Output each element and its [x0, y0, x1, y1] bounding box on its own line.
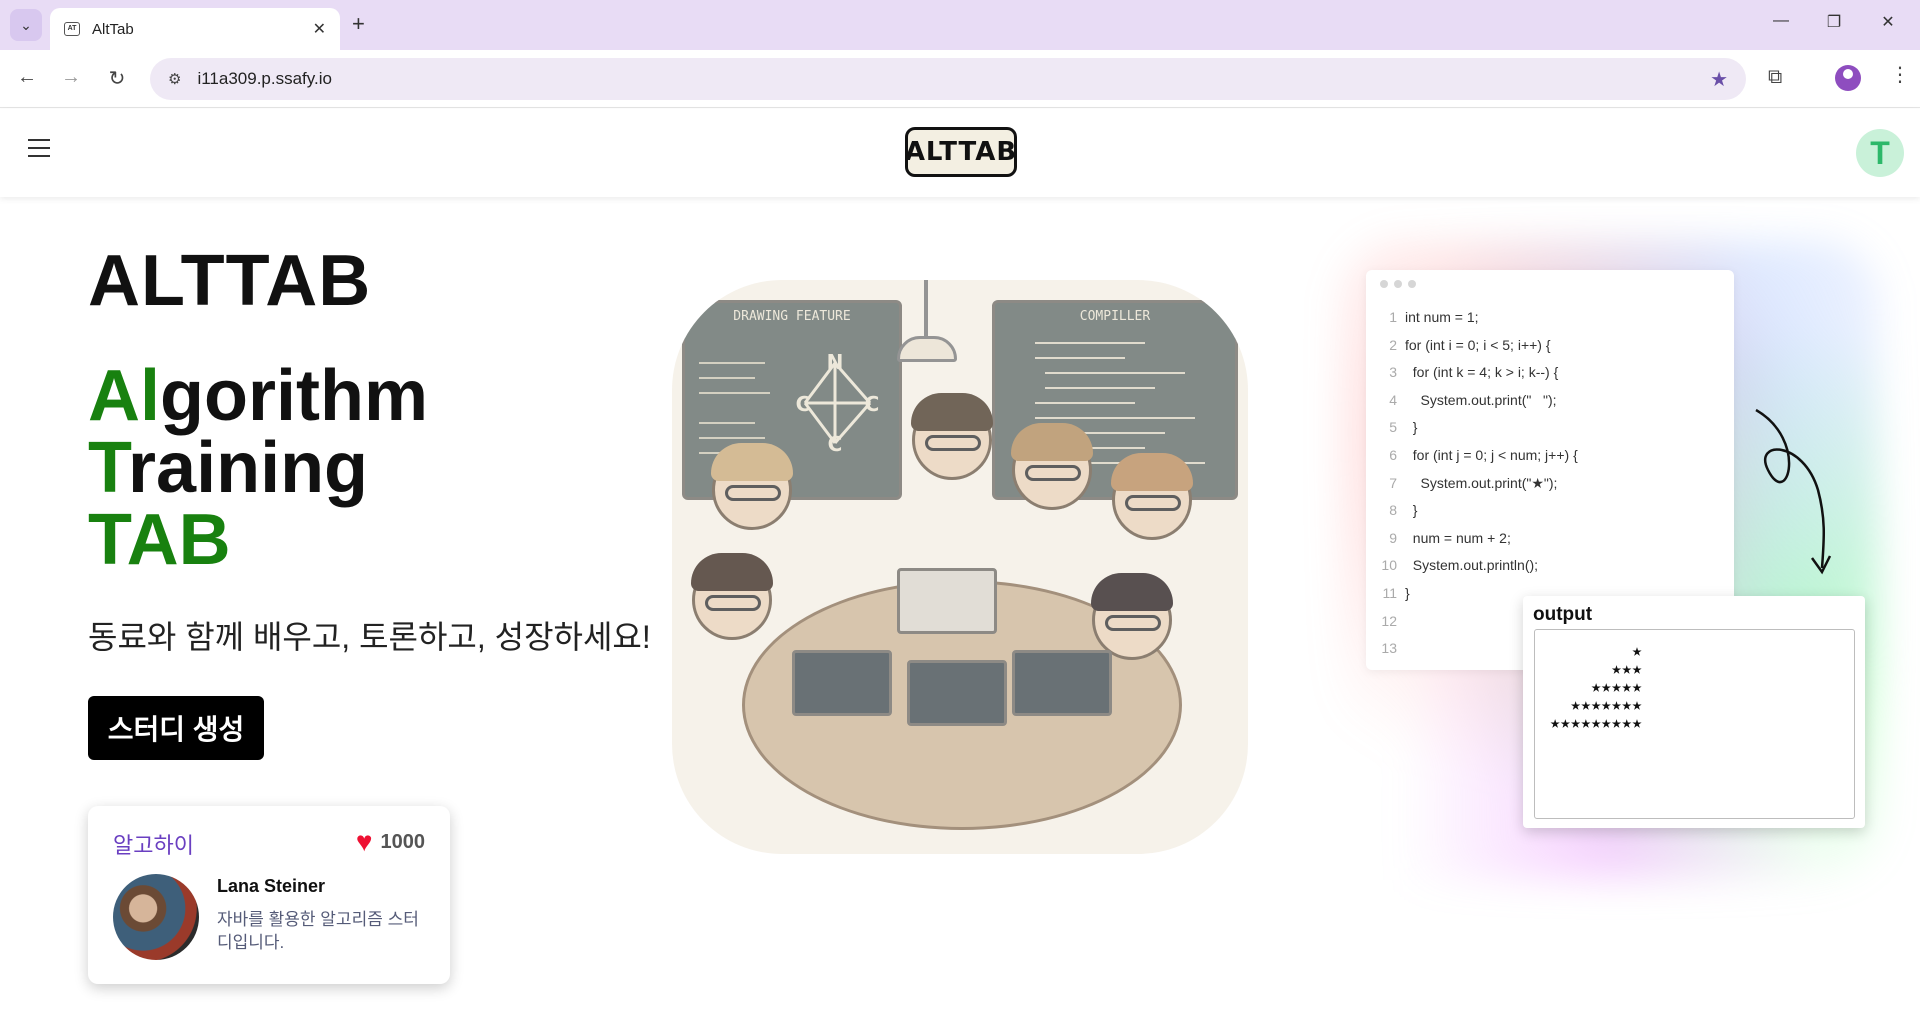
site-header: ALTTAB T	[0, 109, 1920, 197]
code-text: for (int i = 0; i < 5; i++) {	[1405, 336, 1551, 353]
graph-node: C	[796, 392, 811, 416]
code-line: 4 System.out.print(" ");	[1380, 387, 1578, 415]
study-description: 자바를 활용한 알고리즘 스터디입니다.	[217, 910, 419, 952]
line-number: 11	[1382, 584, 1397, 601]
line-number: 4	[1389, 391, 1397, 408]
curved-arrow-icon	[1755, 408, 1832, 575]
code-text: }	[1405, 584, 1410, 601]
line-number: 7	[1389, 474, 1397, 491]
graph-node: C	[828, 432, 843, 456]
output-text: ★ ★★★ ★★★★★ ★★★★★★★ ★★★★★★★★★	[1550, 641, 1643, 733]
code-line: 3 for (int k = 4; k > i; k--) {	[1380, 359, 1578, 387]
hero-title: ALTTAB	[88, 241, 372, 321]
url-text[interactable]: i11a309.p.ssafy.io	[197, 69, 1710, 89]
browser-tab[interactable]: AT AltTab ✕	[50, 8, 340, 50]
tab-search-chevron-icon[interactable]: ⌄	[10, 9, 42, 41]
code-text: }	[1405, 419, 1418, 436]
line-number: 8	[1389, 502, 1397, 519]
address-bar[interactable]: ⚙ i11a309.p.ssafy.io ★	[150, 58, 1746, 100]
code-line: 7 System.out.print("★");	[1380, 470, 1578, 498]
favicon-icon: AT	[64, 22, 80, 36]
extensions-puzzle-icon[interactable]: ⧉	[1768, 66, 1782, 89]
line-number: 3	[1389, 364, 1397, 381]
acronym-line-tab: TAB	[88, 500, 231, 580]
tab-close-icon[interactable]: ✕	[313, 19, 326, 39]
code-text: int num = 1;	[1405, 309, 1479, 325]
like-count: 1000	[380, 830, 426, 853]
student-figure	[911, 393, 993, 480]
code-text: for (int k = 4; k > i; k--) {	[1405, 364, 1559, 381]
like-counter[interactable]: ♥ 1000	[356, 828, 425, 856]
browser-tab-bar: ⌄ AT AltTab ✕ + — ❐ ✕	[0, 0, 1920, 50]
back-arrow-icon[interactable]: ←	[14, 66, 40, 89]
output-box: ★ ★★★ ★★★★★ ★★★★★★★ ★★★★★★★★★	[1534, 629, 1855, 819]
graph-node: C	[865, 392, 880, 416]
hamburger-menu-icon[interactable]	[28, 139, 50, 163]
line-number: 13	[1381, 640, 1397, 657]
restore-icon[interactable]: ❐	[1822, 12, 1846, 32]
code-text: num = num + 2;	[1405, 529, 1511, 546]
student-figure	[1091, 573, 1173, 660]
laptop	[897, 568, 997, 634]
acronym-heading: Algorithm Training TAB	[88, 360, 428, 576]
browser-menu-icon[interactable]: ⋮	[1890, 62, 1910, 87]
laptop	[907, 660, 1007, 726]
acronym-line-training: Training	[88, 428, 369, 508]
window-dots	[1380, 280, 1416, 288]
hero-illustration: DRAWING FEATURE N C C C COMPILLER	[672, 280, 1248, 854]
code-line: 5 }	[1380, 414, 1578, 442]
code-text: System.out.print(" ");	[1405, 391, 1557, 408]
line-number: 12	[1381, 612, 1397, 629]
code-line: 6 for (int j = 0; j < num; j++) {	[1380, 442, 1578, 470]
student-figure	[1011, 423, 1093, 510]
tab-title: AltTab	[92, 20, 134, 38]
laptop	[792, 650, 892, 716]
study-title: 알고하이	[113, 833, 194, 858]
output-label: output	[1533, 604, 1593, 625]
code-text: }	[1405, 502, 1418, 519]
code-text: System.out.print("★");	[1405, 474, 1558, 491]
line-number: 10	[1381, 557, 1397, 574]
code-line: 2 for (int i = 0; i < 5; i++) {	[1380, 332, 1578, 360]
reload-icon[interactable]: ↻	[104, 66, 130, 91]
code-line: 1 int num = 1;	[1380, 304, 1578, 332]
graph-node: N	[827, 350, 844, 374]
owner-avatar	[113, 874, 199, 960]
owner-name: Lana Steiner	[217, 876, 326, 896]
line-number: 1	[1389, 309, 1397, 325]
line-number: 9	[1389, 529, 1397, 546]
student-figure	[1111, 453, 1193, 540]
bookmark-star-icon[interactable]: ★	[1710, 67, 1728, 92]
window-close-icon[interactable]: ✕	[1876, 12, 1900, 32]
browser-profile-icon[interactable]	[1835, 65, 1861, 91]
new-tab-plus-icon[interactable]: +	[352, 11, 365, 37]
code-line: 8 }	[1380, 497, 1578, 525]
line-number: 6	[1389, 446, 1397, 463]
code-text: for (int j = 0; j < num; j++) {	[1405, 446, 1578, 463]
forward-arrow-icon[interactable]: →	[58, 66, 84, 89]
browser-toolbar: ← → ↻ ⚙ i11a309.p.ssafy.io ★	[0, 50, 1920, 108]
code-line: 10 System.out.println();	[1380, 552, 1578, 580]
site-logo[interactable]: ALTTAB	[905, 127, 1017, 177]
student-figure	[711, 443, 793, 530]
site-settings-icon[interactable]: ⚙	[168, 70, 181, 88]
output-window: output ★ ★★★ ★★★★★ ★★★★★★★ ★★★★★★★★★	[1523, 596, 1865, 828]
lamp-shade	[897, 336, 957, 362]
laptop	[1012, 650, 1112, 716]
heart-icon[interactable]: ♥	[356, 828, 373, 856]
line-number: 2	[1389, 336, 1397, 353]
hero-tagline: 동료와 함께 배우고, 토론하고, 성장하세요!	[88, 619, 651, 655]
code-text: System.out.println();	[1405, 557, 1539, 574]
create-study-button[interactable]: 스터디 생성	[88, 696, 264, 760]
user-avatar[interactable]: T	[1856, 129, 1904, 177]
study-card[interactable]: 알고하이 ♥ 1000 Lana Steiner 자바를 활용한 알고리즘 스터…	[88, 806, 450, 984]
student-figure	[691, 553, 773, 640]
acronym-line-algorithm: Algorithm	[88, 356, 428, 436]
minimize-icon[interactable]: —	[1769, 12, 1793, 30]
code-line: 9 num = num + 2;	[1380, 525, 1578, 553]
line-number: 5	[1389, 419, 1397, 436]
